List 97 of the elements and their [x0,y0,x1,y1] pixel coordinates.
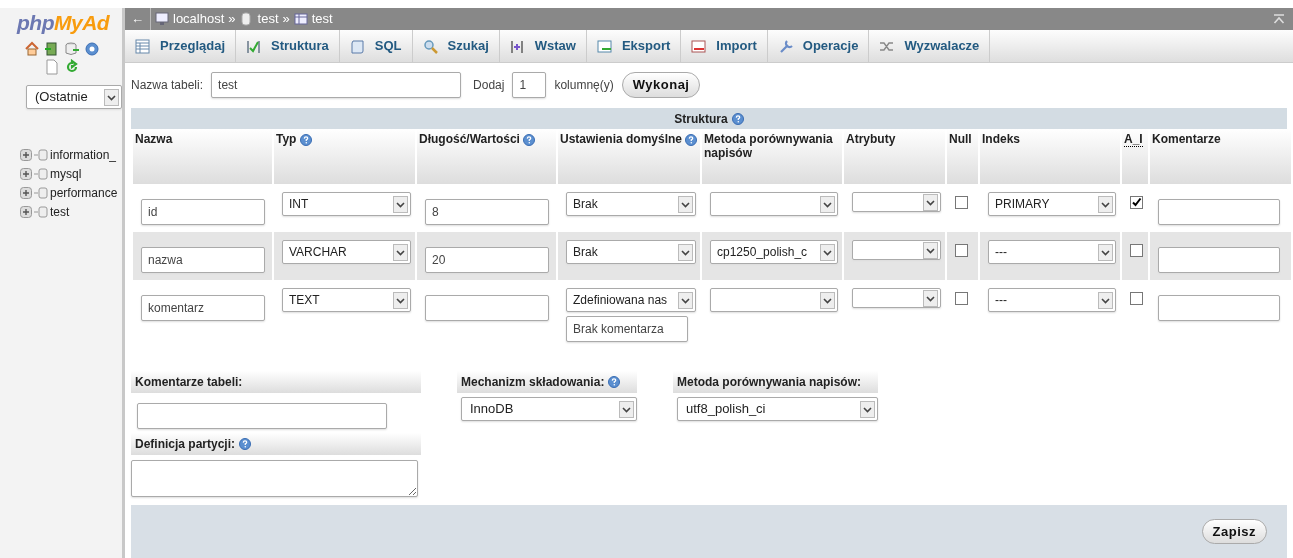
table-icon [135,38,150,54]
section-title: Komentarze tabeli: [135,374,243,391]
tab[interactable]: Szukaj [412,30,500,62]
expand-icon[interactable] [20,205,32,218]
database-link[interactable]: information_ [50,145,117,164]
insert-icon [509,38,525,54]
help-icon[interactable] [731,112,744,125]
checkbox[interactable] [955,292,968,305]
section-title: Metoda porównywania napisów: [677,374,861,391]
comment-field[interactable] [1158,199,1280,225]
save-button[interactable]: Zapisz [1201,518,1267,545]
column-count-field[interactable]: 1 [512,72,547,98]
database-icon [239,12,254,26]
database-icon [34,186,48,199]
chart-icon [246,38,262,54]
field-label: Nazwa tabeli: [131,77,204,94]
index-dropdown[interactable]: --- [988,240,1116,264]
length-field[interactable]: 20 [425,247,549,273]
type-dropdown[interactable]: VARCHAR [282,240,411,264]
index-dropdown[interactable]: --- [988,288,1116,312]
tab[interactable]: Wstaw [499,30,587,62]
checkbox[interactable] [1130,292,1143,305]
expand-icon[interactable] [20,148,32,161]
section-title: Mechanizm składowania: [461,374,605,391]
tab[interactable]: Operacje [767,30,870,62]
help-icon[interactable] [239,438,252,450]
checkbox[interactable] [955,244,968,257]
type-dropdown[interactable]: TEXT [282,288,411,312]
type-dropdown[interactable]: INT [282,192,411,216]
checkbox[interactable] [1130,244,1143,257]
field-label: Dodaj [473,77,505,94]
table-name-field[interactable]: test [211,72,462,98]
tab[interactable]: SQL [339,30,413,62]
attributes-dropdown[interactable] [852,240,941,260]
collation-dropdown[interactable] [710,192,838,216]
attributes-dropdown[interactable] [852,192,941,212]
expand-icon[interactable] [20,167,32,180]
database-link[interactable]: performance [50,183,118,202]
help-icon[interactable] [523,133,536,146]
column-name-field[interactable]: nazwa [141,247,265,273]
help-icon[interactable] [299,133,312,146]
database-icon [34,148,48,161]
comment-field[interactable] [1158,295,1280,321]
search-icon [422,38,438,54]
recent-tables-dropdown[interactable]: (Ostatnie [26,85,122,109]
length-field[interactable]: 8 [425,199,549,225]
field-label: kolumnę(y) [554,77,614,94]
tab[interactable]: Przeglądaj [125,30,237,62]
collation-dropdown[interactable] [710,288,838,312]
column-name-field[interactable]: id [141,199,265,225]
database-icon[interactable] [64,41,80,57]
database-link[interactable]: mysql [50,164,82,183]
exit-icon[interactable] [44,41,60,57]
default-value-field[interactable]: Brak komentarza [566,316,688,342]
table-icon [293,12,308,26]
checkbox[interactable] [1130,196,1143,209]
collation-dropdown[interactable]: cp1250_polish_c [710,240,838,264]
breadcrumb-separator: » [282,10,290,29]
collapse-icon[interactable] [1273,14,1285,24]
section-title: Struktura [674,110,728,128]
comment-field[interactable] [1158,247,1280,273]
help-circle-icon[interactable] [84,41,100,57]
default-dropdown[interactable]: Brak [566,240,696,264]
default-dropdown[interactable]: Brak [566,192,696,216]
breadcrumb-link[interactable]: test [257,9,279,29]
breadcrumb-link[interactable]: localhost [173,9,225,29]
partition-textarea[interactable] [131,460,418,497]
database-link[interactable]: test [50,202,70,221]
database-icon [34,167,48,180]
default-dropdown[interactable]: Zdefiniowana nas [566,288,696,312]
breadcrumb-separator: » [228,10,236,29]
reload-icon[interactable] [64,59,80,75]
expand-icon[interactable] [20,186,32,199]
collation-dropdown[interactable]: utf8_polish_ci [677,397,878,421]
table-comment-field[interactable] [137,403,387,429]
export-icon [596,38,612,54]
import-icon [691,38,707,54]
length-field[interactable] [425,295,549,321]
storage-engine-dropdown[interactable]: InnoDB [461,397,637,421]
tab[interactable]: Wyzwalacze [869,30,991,62]
breadcrumb-link[interactable]: test [311,9,333,29]
column-name-field[interactable]: komentarz [141,295,265,321]
logo: phpMyAd [15,10,111,33]
section-title: Definicja partycji: [135,436,236,453]
index-dropdown[interactable]: PRIMARY [988,192,1116,216]
help-icon[interactable] [685,133,698,146]
help-icon[interactable] [608,376,621,388]
monitor-icon [155,12,169,26]
home-icon[interactable] [24,41,40,57]
database-icon [34,205,48,218]
scroll-icon [349,38,365,54]
tab[interactable]: Import [681,30,768,62]
tab[interactable]: Eksport [586,30,682,62]
attributes-dropdown[interactable] [852,288,941,308]
checkbox[interactable] [955,196,968,209]
execute-button[interactable]: Wykonaj [621,72,701,98]
tab[interactable]: Struktura [236,30,340,62]
